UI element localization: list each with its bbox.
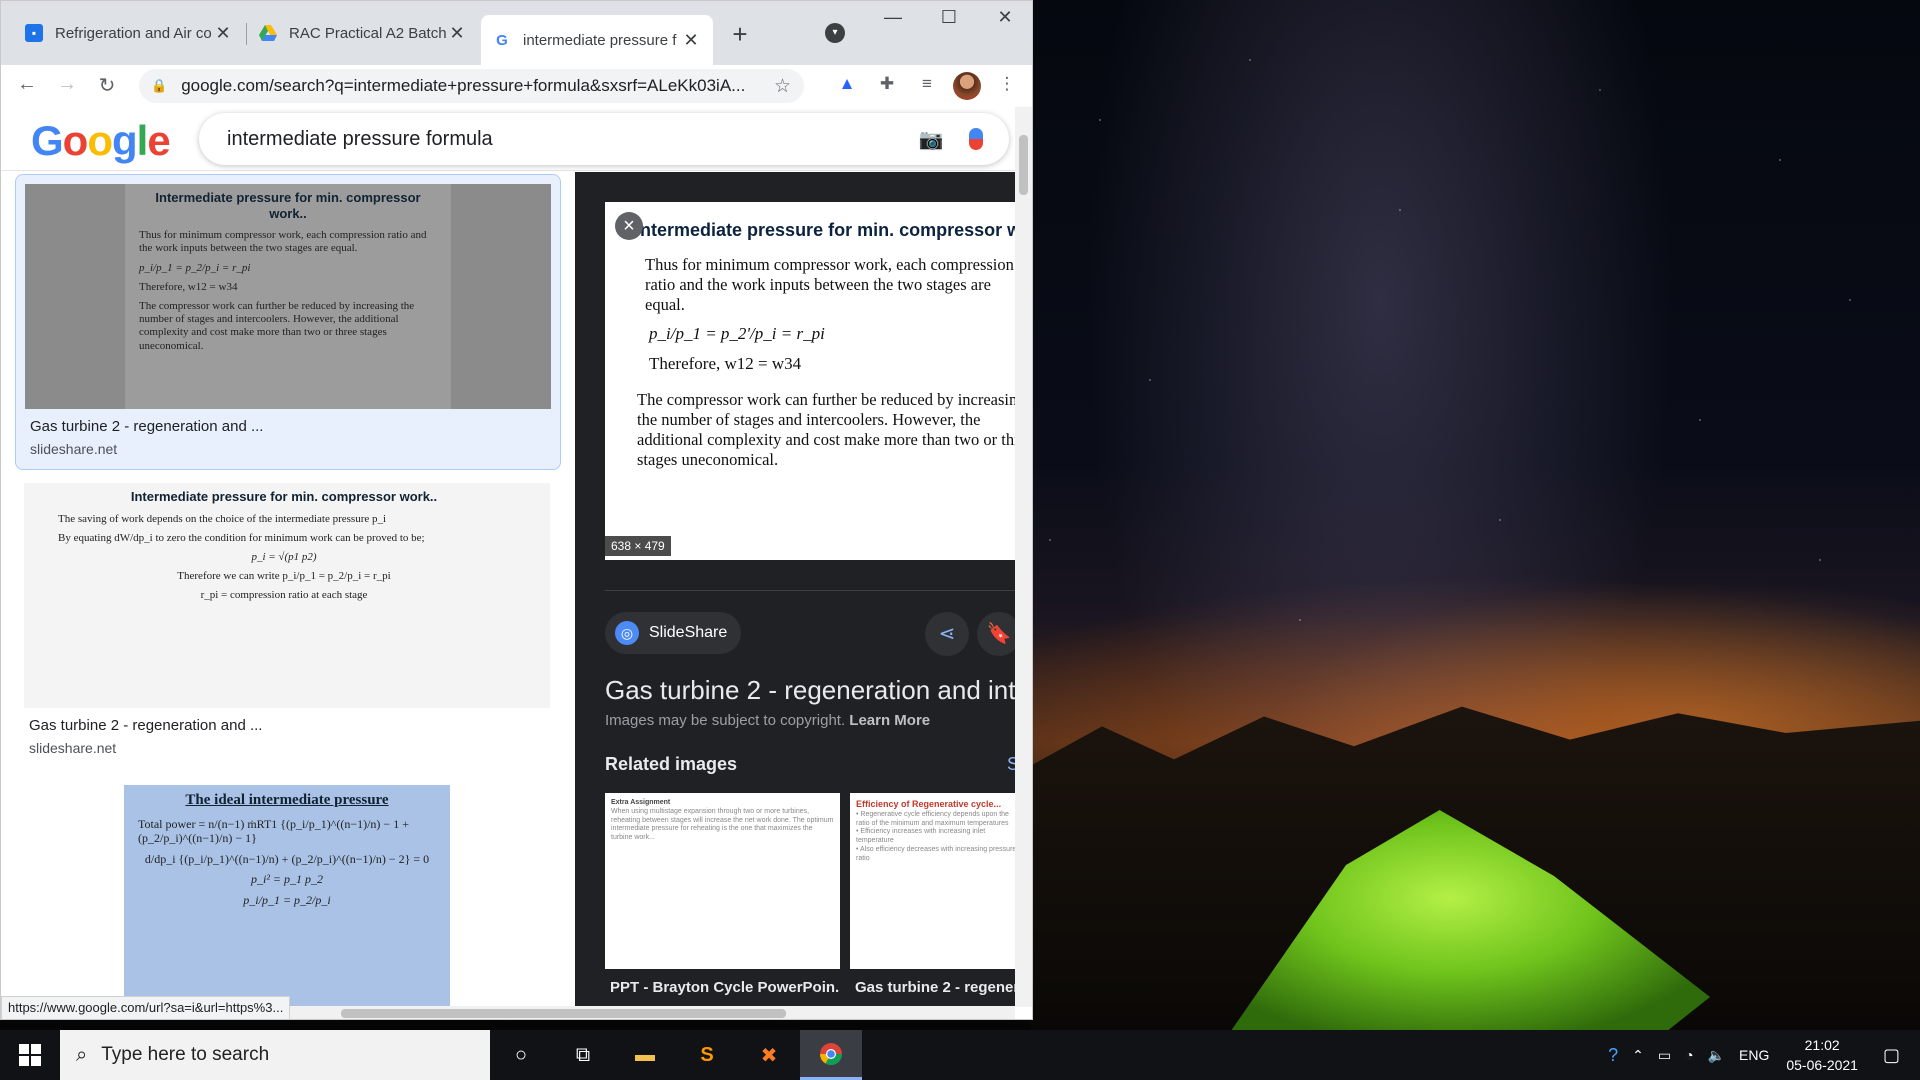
sublime-text-icon[interactable]: S [676, 1030, 738, 1080]
image-result-card[interactable]: Intermediate pressure for min. compresso… [15, 474, 561, 770]
bookmark-star-icon[interactable]: ☆ [774, 75, 804, 98]
file-explorer-icon[interactable]: ▬ [614, 1030, 676, 1080]
start-button[interactable] [0, 1030, 60, 1080]
drive-icon [259, 24, 277, 42]
windows-taskbar: ⌕ Type here to search ○ ⧉ ▬ S ✖ ? ⌃ ▭ ◔ … [0, 1030, 1920, 1080]
reading-list-icon[interactable]: ≡ [915, 74, 939, 98]
search-input[interactable]: intermediate pressure formula [227, 128, 903, 151]
image-results-grid: Intermediate pressure for min. compresso… [1, 172, 575, 1012]
tab-google-search[interactable]: G intermediate pressure f ✕ [481, 15, 713, 65]
wifi-icon[interactable]: ◔ [1685, 1047, 1693, 1063]
google-logo[interactable]: Google [31, 117, 171, 165]
related-image-thumbnail[interactable]: Efficiency of Regenerative cycle... • Re… [850, 793, 1015, 969]
taskbar-search[interactable]: ⌕ Type here to search [60, 1030, 490, 1080]
tab-classroom[interactable]: ▪ Refrigeration and Air co ✕ [13, 11, 245, 55]
globe-icon: ◎ [615, 621, 639, 645]
camera-icon[interactable]: 📷 [903, 127, 959, 152]
related-image-caption[interactable]: PPT - Brayton Cycle PowerPoin... [610, 979, 840, 996]
image-result-card[interactable]: The ideal intermediate pressure Total po… [15, 776, 561, 1012]
close-preview-button[interactable]: × [615, 212, 643, 240]
volume-icon[interactable]: 🔈 [1708, 1047, 1725, 1064]
classroom-icon: ▪ [25, 24, 43, 42]
result-thumbnail[interactable]: Intermediate pressure for min. compresso… [25, 184, 551, 409]
help-icon[interactable]: ? [1608, 1045, 1618, 1066]
search-icon: ⌕ [76, 1043, 88, 1066]
back-arrow-icon[interactable]: ← [13, 73, 41, 96]
related-image-thumbnail[interactable]: Extra Assignment When using multistage e… [605, 793, 840, 969]
source-chip[interactable]: ◎ SlideShare [605, 612, 742, 654]
image-dimensions: 638 × 479 [605, 536, 671, 556]
notifications-icon[interactable]: ▢ [1883, 1045, 1900, 1066]
profile-avatar[interactable] [953, 72, 981, 100]
browser-toolbar: ← → ↻ 🔒 google.com/search?q=intermediate… [1, 65, 1032, 107]
microphone-icon[interactable] [969, 128, 983, 150]
extensions-puzzle-icon[interactable]: ✚ [875, 74, 899, 98]
clock[interactable]: 21:02 05-06-2021 [1786, 1035, 1858, 1076]
language-indicator[interactable]: ENG [1739, 1047, 1769, 1063]
save-bookmark-icon[interactable]: 🔖 [977, 612, 1015, 656]
see-more-link[interactable]: S [1007, 754, 1015, 775]
vertical-scrollbar[interactable] [1015, 107, 1032, 1007]
system-tray: ? ⌃ ▭ ◔ 🔈 ENG 21:02 05-06-2021 ▢ [1601, 1030, 1920, 1080]
google-header: Google intermediate pressure formula 📷 [1, 107, 1032, 171]
windows-logo-icon [19, 1044, 41, 1066]
reload-icon[interactable]: ↻ [93, 73, 121, 98]
close-tab-icon[interactable]: ✕ [681, 30, 701, 51]
related-image-caption[interactable]: Gas turbine 2 - regener [855, 979, 1015, 996]
divider [605, 590, 1015, 591]
close-tab-icon[interactable]: ✕ [447, 23, 467, 44]
tab-search-icon[interactable]: ▾ [825, 23, 845, 43]
related-images-heading: Related images [605, 754, 738, 774]
lock-icon: 🔒 [151, 78, 168, 93]
preview-image[interactable]: Intermediate pressure for min. compresso… [605, 202, 1015, 560]
image-preview-panel: Intermediate pressure for min. compresso… [575, 172, 1015, 1012]
close-tab-icon[interactable]: ✕ [213, 23, 233, 44]
xampp-icon[interactable]: ✖ [738, 1030, 800, 1080]
tab-drive[interactable]: RAC Practical A2 Batch ✕ [247, 11, 479, 55]
share-icon[interactable]: ⋖ [925, 612, 969, 656]
task-view-icon[interactable]: ⧉ [552, 1030, 614, 1080]
chrome-taskbar-icon[interactable] [800, 1030, 862, 1080]
learn-more-link[interactable]: Learn More [849, 712, 930, 729]
maximize-button[interactable]: ☐ [929, 7, 969, 28]
chevron-up-icon[interactable]: ⌃ [1632, 1047, 1644, 1064]
cortana-icon[interactable]: ○ [490, 1030, 552, 1080]
address-bar[interactable]: 🔒 google.com/search?q=intermediate+press… [139, 69, 804, 103]
forward-arrow-icon[interactable]: → [53, 73, 81, 96]
google-icon: G [496, 31, 508, 49]
extension-icon[interactable]: ▲ [835, 74, 859, 98]
new-tab-button[interactable]: + [726, 19, 754, 50]
search-box[interactable]: intermediate pressure formula 📷 [199, 113, 1009, 165]
status-bar-url: https://www.google.com/url?sa=i&url=http… [1, 996, 291, 1019]
chrome-window: ▪ Refrigeration and Air co ✕ RAC Practic… [0, 0, 1033, 1020]
menu-kebab-icon[interactable]: ⋮ [995, 74, 1019, 98]
preview-title[interactable]: Gas turbine 2 - regeneration and inter [605, 675, 1015, 706]
tab-strip: ▪ Refrigeration and Air co ✕ RAC Practic… [1, 1, 1032, 65]
minimize-button[interactable]: — [873, 7, 913, 28]
copyright-notice: Images may be subject to copyright. Lear… [605, 712, 931, 729]
battery-icon[interactable]: ▭ [1658, 1047, 1671, 1064]
close-window-button[interactable]: ✕ [985, 7, 1025, 28]
result-thumbnail[interactable]: Intermediate pressure for min. compresso… [24, 483, 550, 708]
image-result-card[interactable]: Intermediate pressure for min. compresso… [15, 174, 561, 470]
result-thumbnail[interactable]: The ideal intermediate pressure Total po… [24, 785, 550, 1012]
